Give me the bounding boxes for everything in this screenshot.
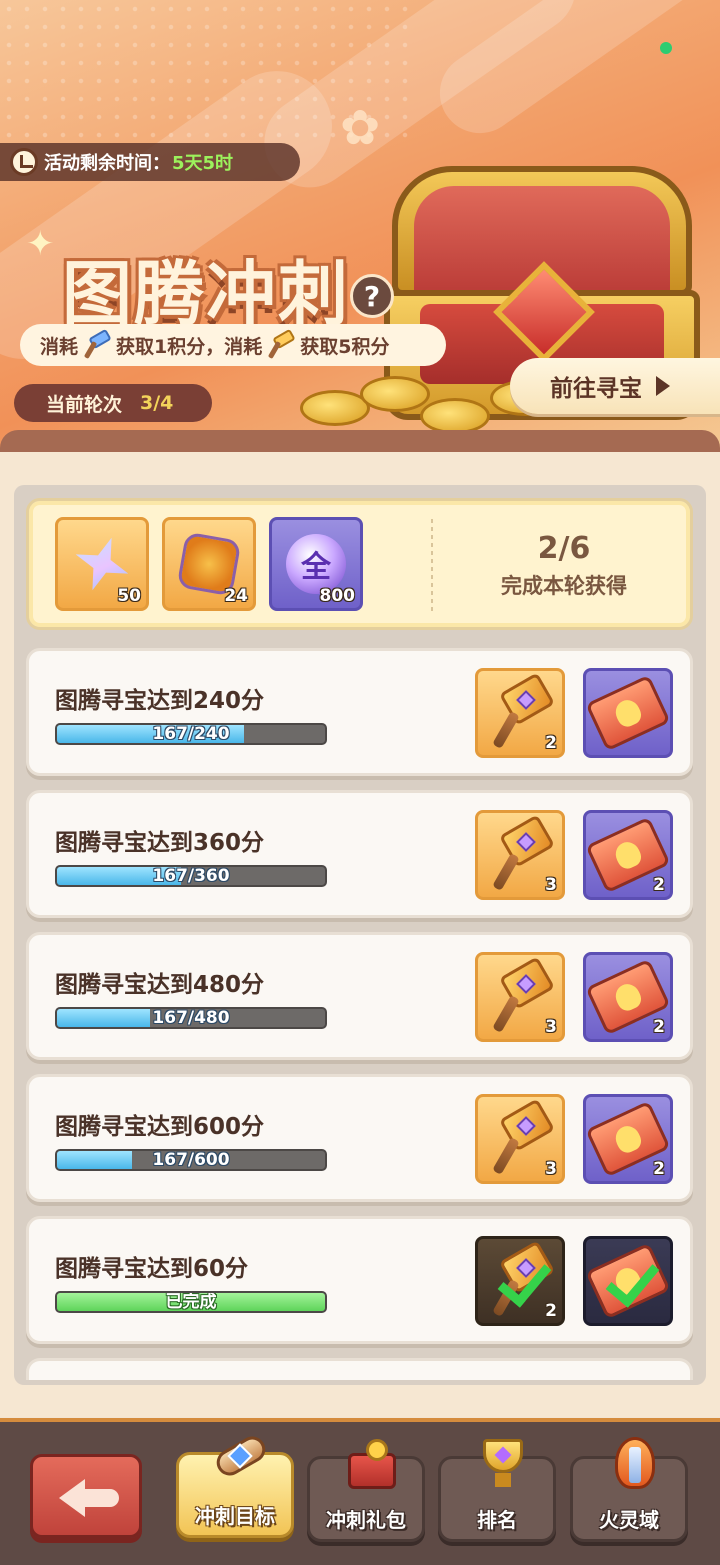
tab-label: 冲刺礼包 (326, 1508, 406, 1532)
reward-item[interactable]: 2 (583, 1094, 673, 1184)
progress-text: 167/240 (152, 724, 230, 744)
task-title: 图腾寻宝达到240分 (55, 688, 265, 714)
tab-fire-realm[interactable]: 火灵域 (570, 1437, 688, 1542)
tab-sprint-goal[interactable]: 冲刺目标 (176, 1431, 294, 1538)
current-round: 当前轮次 3/4 (14, 384, 212, 422)
coin (420, 398, 490, 434)
reward-item[interactable]: 3 (475, 952, 565, 1042)
task-card: 图腾寻宝达到360分 167/360 3 2 (26, 790, 693, 918)
timer-value: 5天5时 (172, 153, 234, 174)
item-count: 3 (545, 1017, 557, 1037)
orb-icon: 全 (286, 534, 346, 594)
reward-item[interactable]: 2 (583, 952, 673, 1042)
reward-item[interactable] (583, 1236, 673, 1326)
task-title: 图腾寻宝达到60分 (55, 1256, 249, 1282)
flower-icon: ✿ (340, 100, 381, 156)
progress-text: 167/480 (152, 1008, 230, 1028)
reward-item[interactable]: 2 (583, 810, 673, 900)
reward-item[interactable]: 50 (55, 517, 149, 611)
help-button[interactable]: ? (350, 274, 394, 318)
item-count: 800 (319, 586, 356, 606)
task-progress-bar: 167/600 (55, 1149, 327, 1171)
reward-item[interactable]: 全 800 (269, 517, 363, 611)
status-dot (660, 42, 672, 54)
rule-text-1: 消耗 (40, 335, 79, 358)
sparkle-icon: ✦ (26, 224, 55, 264)
rule-text-2: 获取1积分，消耗 (116, 335, 263, 358)
timer-label: 活动剩余时间： (44, 153, 170, 174)
reward-item[interactable] (583, 668, 673, 758)
trophy-icon (471, 1433, 531, 1493)
scroll-icon (209, 1429, 271, 1489)
rule-text-3: 获取5积分 (300, 335, 390, 358)
reward-item[interactable]: 3 (475, 1094, 565, 1184)
round-progress-value: 2/6 (537, 531, 591, 566)
check-icon (604, 1253, 662, 1311)
fire-ticket-icon (585, 674, 671, 752)
task-card: 图腾寻宝达到480分 167/480 3 2 (26, 932, 693, 1060)
item-count: 2 (653, 1159, 665, 1179)
tab-ranking[interactable]: 排名 (438, 1439, 556, 1542)
item-count: 2 (653, 1017, 665, 1037)
item-count: 24 (224, 586, 248, 606)
task-progress-bar: 167/480 (55, 1007, 327, 1029)
task-card: 图腾寻宝达到240分 167/240 2 (26, 648, 693, 776)
fire-icon (603, 1433, 663, 1493)
progress-text: 已完成 (165, 1292, 217, 1312)
task-title: 图腾寻宝达到600分 (55, 1114, 265, 1140)
progress-text: 167/360 (152, 866, 230, 886)
gift-icon (340, 1433, 400, 1493)
task-card: 图腾寻宝达到60分已完成 2 (26, 1216, 693, 1344)
progress-text: 167/600 (152, 1150, 230, 1170)
score-rule: 消耗 获取1积分，消耗 获取5积分 (20, 324, 446, 366)
tab-label: 排名 (477, 1508, 517, 1532)
round-progress: 2/6 完成本轮获得 (449, 531, 679, 600)
reward-item[interactable]: 2 (475, 1236, 565, 1326)
task-title: 图腾寻宝达到480分 (55, 972, 265, 998)
go-treasure-label: 前往寻宝 (550, 376, 642, 402)
task-title: 图腾寻宝达到360分 (55, 830, 265, 856)
tab-label: 冲刺目标 (195, 1504, 275, 1528)
task-card-partial (26, 1358, 693, 1380)
item-count: 2 (545, 1301, 557, 1321)
event-banner: 活动剩余时间： 5天5时 ✦ ✿ 图腾冲刺 ? 消耗 获取1积分，消耗 获取5积… (0, 0, 720, 450)
divider (431, 519, 433, 611)
task-progress-bar: 167/360 (55, 865, 327, 887)
reward-item[interactable]: 24 (162, 517, 256, 611)
back-arrow-icon (59, 1479, 119, 1517)
back-button[interactable] (30, 1454, 142, 1538)
go-treasure-button[interactable]: 前往寻宝 (510, 358, 720, 414)
round-label: 当前轮次 (46, 393, 123, 416)
item-count: 2 (545, 733, 557, 753)
bottom-nav: 冲刺目标 冲刺礼包 排名 火灵域 (0, 1418, 720, 1565)
play-arrow-icon (656, 376, 670, 396)
item-count: 50 (117, 586, 141, 606)
blue-hammer-icon (82, 328, 112, 360)
task-card: 图腾寻宝达到600分 167/600 3 2 (26, 1074, 693, 1202)
clock-icon (10, 148, 38, 176)
coin (360, 376, 430, 412)
tab-label: 火灵域 (599, 1508, 659, 1532)
event-timer: 活动剩余时间： 5天5时 (0, 143, 300, 181)
item-count: 3 (545, 1159, 557, 1179)
task-progress-bar: 167/240 (55, 723, 327, 745)
tab-sprint-pack[interactable]: 冲刺礼包 (307, 1439, 425, 1542)
round-value: 3/4 (140, 392, 174, 414)
gold-hammer-icon (266, 328, 296, 360)
reward-item[interactable]: 2 (475, 668, 565, 758)
item-count: 3 (545, 875, 557, 895)
item-count: 2 (653, 875, 665, 895)
round-progress-label: 完成本轮获得 (501, 574, 627, 598)
round-reward-box: 50 24 全 800 2/6 完成本轮获得 (26, 498, 693, 630)
reward-item[interactable]: 3 (475, 810, 565, 900)
task-progress-bar: 已完成 (55, 1291, 327, 1313)
